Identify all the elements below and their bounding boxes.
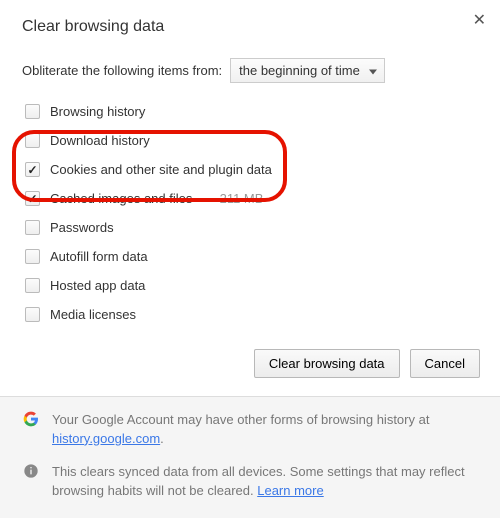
info-icon bbox=[22, 463, 40, 479]
learn-more-link[interactable]: Learn more bbox=[257, 483, 323, 498]
from-label: Obliterate the following items from: bbox=[22, 63, 222, 78]
history-link[interactable]: history.google.com bbox=[52, 431, 160, 446]
time-range-dropdown[interactable]: the beginning of time bbox=[230, 58, 385, 83]
option-row: Browsing history bbox=[22, 97, 478, 126]
account-note: Your Google Account may have other forms… bbox=[52, 411, 478, 449]
option-label: Browsing history bbox=[50, 104, 145, 119]
option-row: Hosted app data bbox=[22, 271, 478, 300]
option-label: Cookies and other site and plugin data bbox=[50, 162, 272, 177]
footer: Your Google Account may have other forms… bbox=[0, 396, 500, 518]
checkbox[interactable] bbox=[25, 191, 40, 206]
option-row: Cached images and files – 211 MB bbox=[22, 184, 478, 213]
option-detail: 211 MB bbox=[220, 191, 264, 206]
checkbox[interactable] bbox=[25, 133, 40, 148]
option-label: Hosted app data bbox=[50, 278, 145, 293]
option-row: Cookies and other site and plugin data bbox=[22, 155, 478, 184]
option-list: Browsing history Download history Cookies … bbox=[22, 97, 478, 329]
cancel-button[interactable]: Cancel bbox=[410, 349, 480, 378]
checkbox[interactable] bbox=[25, 220, 40, 235]
option-row: Download history bbox=[22, 126, 478, 155]
option-label: Cached images and files bbox=[50, 191, 192, 206]
time-range-row: Obliterate the following items from: the… bbox=[22, 58, 478, 83]
option-label: Media licenses bbox=[50, 307, 136, 322]
option-row: Passwords bbox=[22, 213, 478, 242]
close-icon[interactable]: ✕ bbox=[473, 10, 486, 30]
clear-data-button[interactable]: Clear browsing data bbox=[254, 349, 400, 378]
sync-note: This clears synced data from all devices… bbox=[52, 463, 478, 501]
option-row: Autofill form data bbox=[22, 242, 478, 271]
option-row: Media licenses bbox=[22, 300, 478, 329]
checkbox[interactable] bbox=[25, 249, 40, 264]
option-label: Download history bbox=[50, 133, 150, 148]
clear-browsing-dialog: ✕ Clear browsing data Obliterate the fol… bbox=[0, 0, 500, 329]
option-label: Passwords bbox=[50, 220, 114, 235]
option-label: Autofill form data bbox=[50, 249, 148, 264]
checkbox[interactable] bbox=[25, 307, 40, 322]
checkbox[interactable] bbox=[25, 104, 40, 119]
button-row: Clear browsing data Cancel bbox=[0, 341, 500, 396]
dropdown-selected: the beginning of time bbox=[239, 63, 360, 78]
checkbox[interactable] bbox=[25, 162, 40, 177]
dialog-title: Clear browsing data bbox=[22, 18, 478, 36]
checkbox[interactable] bbox=[25, 278, 40, 293]
google-icon bbox=[22, 411, 40, 427]
